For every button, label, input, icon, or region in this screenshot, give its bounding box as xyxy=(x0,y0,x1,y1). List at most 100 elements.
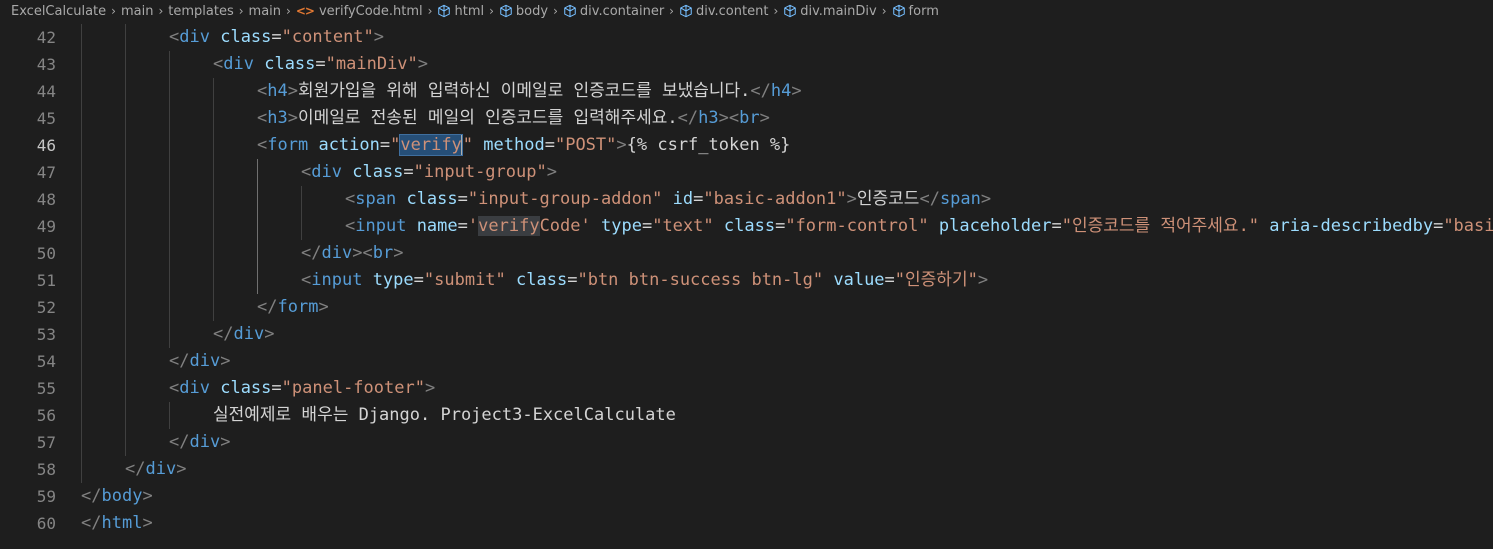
code-token: h3 xyxy=(267,108,288,128)
line-number: 55 xyxy=(36,379,56,398)
element-cube-icon xyxy=(563,4,577,18)
indent-guide xyxy=(125,159,126,186)
code-line[interactable]: 54 </div> xyxy=(0,348,1493,375)
code-line[interactable]: 58 </div> xyxy=(0,456,1493,483)
code-line[interactable]: 55 <div class="panel-footer"> xyxy=(0,375,1493,402)
code-token: > xyxy=(846,189,857,209)
line-number: 60 xyxy=(36,514,56,533)
indent-guide xyxy=(81,51,82,78)
code-editor[interactable]: ExcelCalculate › main › templates › main › <> ver… xyxy=(0,0,1493,549)
breadcrumb-item[interactable]: main xyxy=(121,4,153,19)
html-file-icon: <> xyxy=(295,4,315,18)
indent-guide xyxy=(81,402,82,429)
code-token: > xyxy=(220,432,231,452)
code-line[interactable]: 42 <div class="content"> xyxy=(0,24,1493,51)
code-line[interactable]: 56 실전예제로 배우는 Django. Project3-ExcelCalcul… xyxy=(0,402,1493,429)
breadcrumb-item[interactable]: form xyxy=(892,4,939,19)
indent-guide xyxy=(213,267,214,294)
code-line[interactable]: 44 <h4>회원가입을 위해 입력하신 이메일로 인증코드를 보냈습니다.</h… xyxy=(0,78,1493,105)
indent-guide xyxy=(169,402,170,429)
code-token: div xyxy=(189,351,221,371)
code-text: <input type="submit" class="btn btn-succ… xyxy=(301,267,988,294)
code-token: div xyxy=(233,324,265,344)
indent-guide xyxy=(213,240,214,267)
breadcrumb-item[interactable]: div.mainDiv xyxy=(783,3,877,19)
code-token: h4 xyxy=(770,81,792,101)
code-token: "POST" xyxy=(554,135,617,155)
code-token: > xyxy=(142,486,153,506)
code-line[interactable]: 53 </div> xyxy=(0,321,1493,348)
code-area[interactable]: 42 <div class="content"> 43 <div class="mai… xyxy=(0,24,1493,549)
code-line[interactable]: 50 </div><br> xyxy=(0,240,1493,267)
code-line[interactable]: 59 </body> xyxy=(0,483,1493,510)
code-line[interactable]: 57 </div> xyxy=(0,429,1493,456)
code-text: </form> xyxy=(257,294,329,321)
code-token: "content" xyxy=(281,27,374,47)
code-token: id xyxy=(672,189,694,209)
code-line[interactable]: 51 <input type="submit" class="btn btn-su… xyxy=(0,267,1493,294)
code-line[interactable]: 47 <div class="input-group"> xyxy=(0,159,1493,186)
code-token: > xyxy=(980,189,992,209)
element-cube-icon xyxy=(437,4,451,18)
code-token: </ xyxy=(677,108,699,128)
indent-guide xyxy=(81,105,82,132)
breadcrumb-item[interactable]: templates xyxy=(168,4,233,19)
code-line[interactable]: 48 <span class="input-group-addon" id="ba… xyxy=(0,186,1493,213)
code-line[interactable]: 46 <form action="verify" method="POST">{%… xyxy=(0,132,1493,159)
indent-guide xyxy=(213,132,214,159)
code-line[interactable]: 52 </form> xyxy=(0,294,1493,321)
selected-text: verify xyxy=(399,134,463,156)
indent-guide xyxy=(213,105,214,132)
indent-guide xyxy=(257,240,258,267)
code-text: </div> xyxy=(169,429,230,456)
code-token: input xyxy=(355,216,407,236)
code-token: class xyxy=(352,162,404,182)
breadcrumb-item[interactable]: div.container xyxy=(563,4,664,19)
code-text: </div> xyxy=(213,321,274,348)
line-number: 45 xyxy=(36,109,56,128)
code-text: <h4>회원가입을 위해 입력하신 이메일로 인증코드를 보냈습니다.</h4> xyxy=(257,78,802,105)
chevron-right-icon: › xyxy=(158,4,164,18)
code-token: br xyxy=(372,243,394,263)
code-token: value xyxy=(833,270,885,290)
code-line[interactable]: 45 <h3>이메일로 전송된 메일의 인증코드를 입력해주세요.</h3><br… xyxy=(0,105,1493,132)
breadcrumb-label: ExcelCalculate xyxy=(11,3,107,19)
indent-guide xyxy=(169,78,170,105)
code-token: </ xyxy=(125,459,146,479)
code-line[interactable]: 49 <input name='verifyCode' type="text" c… xyxy=(0,213,1493,240)
indent-guide xyxy=(169,294,170,321)
code-token: "text" xyxy=(652,216,714,236)
breadcrumb-label: div.mainDiv xyxy=(800,3,877,19)
indent-guide xyxy=(81,294,82,321)
code-token: input xyxy=(311,270,363,290)
code-token: </ xyxy=(169,432,190,452)
indent-guide xyxy=(125,105,126,132)
breadcrumb-item[interactable]: body xyxy=(499,4,548,19)
code-token: form xyxy=(267,135,309,155)
breadcrumb-item[interactable]: html xyxy=(437,4,484,19)
code-line[interactable]: 43 <div class="mainDiv"> xyxy=(0,51,1493,78)
indent-guide xyxy=(81,159,82,186)
code-token: < xyxy=(257,135,268,155)
code-token: " xyxy=(462,135,474,155)
code-token: = xyxy=(567,270,578,290)
indent-guide xyxy=(81,348,82,375)
breadcrumb-label: main xyxy=(248,3,282,19)
code-token: class xyxy=(516,270,568,290)
breadcrumb-item[interactable]: ExcelCalculate xyxy=(11,4,106,19)
code-token: = xyxy=(457,189,468,209)
code-token: = xyxy=(315,54,326,74)
code-token: "submit" xyxy=(423,270,506,290)
breadcrumb-item[interactable]: main xyxy=(249,4,281,19)
breadcrumb-item[interactable]: div.content xyxy=(679,4,768,19)
code-line[interactable]: 60 </html> xyxy=(0,510,1493,537)
code-token: type xyxy=(601,216,642,236)
code-token: class xyxy=(220,27,272,47)
breadcrumb-item[interactable]: <> verifyCode.html xyxy=(296,4,423,19)
